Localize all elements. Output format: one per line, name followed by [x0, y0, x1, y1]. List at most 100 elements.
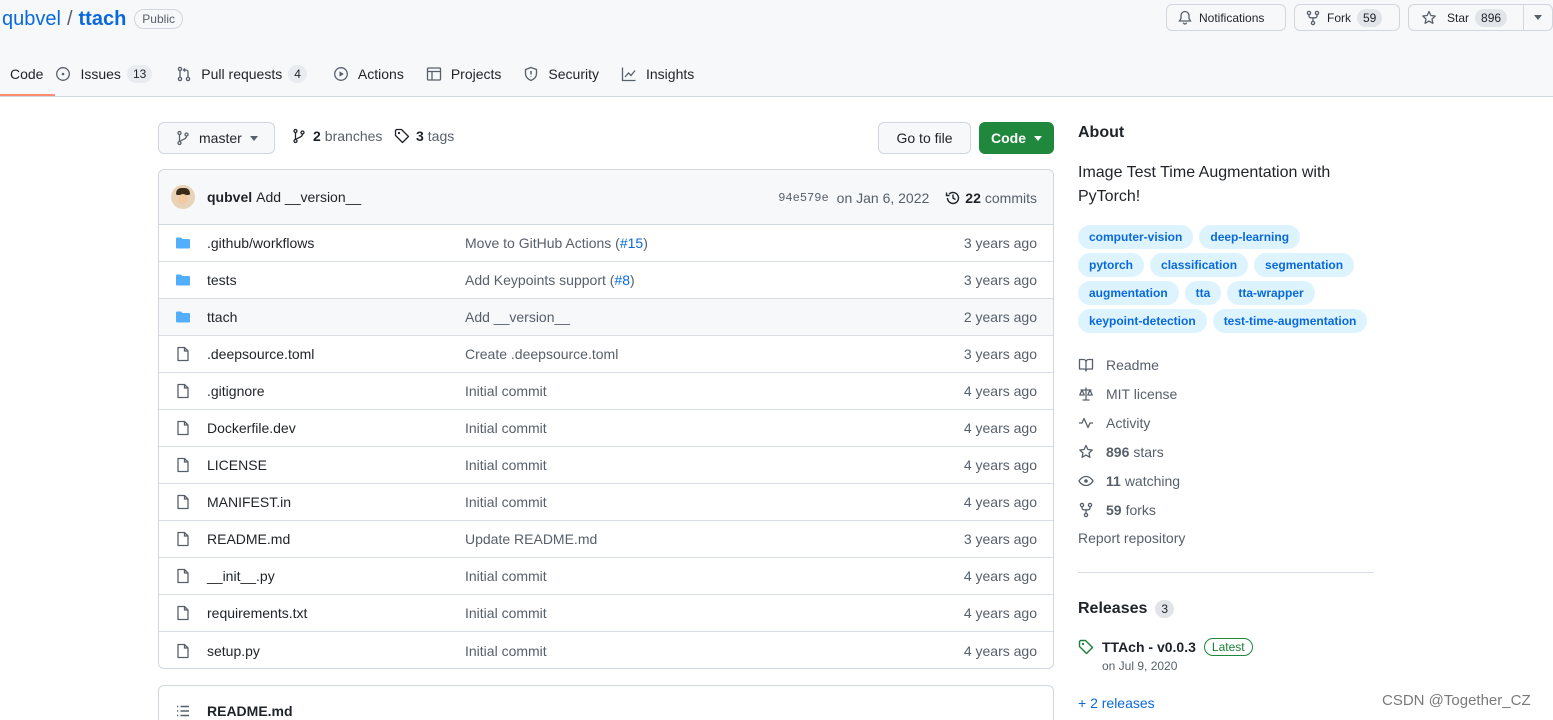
topic-tag[interactable]: pytorch — [1078, 253, 1145, 277]
graph-icon — [621, 67, 636, 82]
topic-tag[interactable]: classification — [1150, 253, 1249, 277]
file-commit-message[interactable]: Initial commit — [465, 643, 547, 659]
file-commit-text: Initial commit — [465, 420, 547, 436]
file-name-link[interactable]: .gitignore — [207, 383, 265, 399]
topics-list: computer-vision deep-learning pytorch class… — [1078, 225, 1378, 337]
tab-pull-requests[interactable]: Pull requests 4 — [164, 56, 319, 92]
file-row[interactable]: README.md Update README.md 3 years ago — [159, 521, 1053, 558]
topic-tag[interactable]: deep-learning — [1199, 225, 1301, 249]
file-row[interactable]: setup.py Initial commit 4 years ago — [159, 632, 1053, 668]
file-name-link[interactable]: README.md — [207, 531, 290, 547]
file-name-link[interactable]: ttach — [207, 309, 237, 325]
file-age: 3 years ago — [963, 346, 1037, 362]
fork-button[interactable]: Fork 59 — [1294, 4, 1400, 31]
file-name-link[interactable]: __init__.py — [207, 568, 275, 584]
readme-panel: README.md — [158, 685, 1054, 720]
file-age: 4 years ago — [963, 383, 1037, 399]
commit-message-link[interactable]: Add __version__ — [256, 189, 361, 205]
list-icon[interactable] — [175, 703, 191, 719]
file-name-link[interactable]: MANIFEST.in — [207, 494, 291, 510]
commit-meta: 94e579e on Jan 6, 2022 22 commits — [778, 170, 1037, 225]
topic-tag[interactable]: segmentation — [1254, 253, 1355, 277]
file-icon — [177, 643, 189, 658]
file-name-link[interactable]: requirements.txt — [207, 605, 307, 621]
file-name-link[interactable]: .deepsource.toml — [207, 346, 314, 362]
tab-actions[interactable]: Actions — [319, 56, 416, 92]
file-row[interactable]: requirements.txt Initial commit 4 years ag… — [159, 595, 1053, 632]
repo-name-link[interactable]: ttach — [79, 8, 127, 31]
more-releases-link[interactable]: + 2 releases — [1078, 695, 1155, 711]
forks-link[interactable]: 59 forks — [1078, 495, 1180, 524]
file-name-link[interactable]: tests — [207, 272, 237, 288]
file-row[interactable]: MANIFEST.in Initial commit 4 years ago — [159, 484, 1053, 521]
fork-label: Fork — [1327, 10, 1351, 25]
topic-tag[interactable]: test-time-augmentation — [1212, 309, 1368, 333]
go-to-file-button[interactable]: Go to file — [878, 122, 971, 154]
commit-author-link[interactable]: qubvel — [207, 189, 252, 205]
file-name-link[interactable]: Dockerfile.dev — [207, 420, 296, 436]
history-icon — [946, 191, 960, 204]
topic-tag[interactable]: computer-vision — [1078, 225, 1194, 249]
file-commit-message[interactable]: Add __version__ — [465, 309, 570, 325]
star-button[interactable]: Star 896 — [1409, 5, 1524, 30]
latest-release[interactable]: TTAch - v0.0.3 Latest on Jul 9, 2020 — [1078, 638, 1253, 673]
file-commit-message[interactable]: Create .deepsource.toml — [465, 346, 618, 362]
star-list-dropdown[interactable] — [1524, 5, 1552, 30]
file-row[interactable]: .deepsource.toml Create .deepsource.toml 3… — [159, 336, 1053, 373]
file-commit-message[interactable]: Initial commit — [465, 457, 547, 473]
file-commit-message[interactable]: Update README.md — [465, 531, 597, 547]
file-commit-message[interactable]: Initial commit — [465, 383, 547, 399]
file-name-link[interactable]: .github/workflows — [207, 235, 314, 251]
file-name-link[interactable]: LICENSE — [207, 457, 267, 473]
file-row[interactable]: .gitignore Initial commit 4 years ago — [159, 373, 1053, 410]
file-commit-text-end: ) — [643, 235, 648, 251]
stars-link[interactable]: 896 stars — [1078, 437, 1180, 466]
license-link[interactable]: MIT license — [1078, 379, 1180, 408]
triangle-down-icon — [1034, 135, 1042, 141]
file-commit-text: Move to GitHub Actions ( — [465, 235, 620, 251]
repo-owner-link[interactable]: qubvel — [2, 8, 61, 31]
file-row[interactable]: LICENSE Initial commit 4 years ago — [159, 447, 1053, 484]
file-row[interactable]: .github/workflows Move to GitHub Actions … — [159, 225, 1053, 262]
pull-request-link[interactable]: #8 — [614, 272, 630, 288]
code-dropdown-button[interactable]: Code — [979, 122, 1054, 154]
activity-link[interactable]: Activity — [1078, 408, 1180, 437]
about-heading: About — [1078, 124, 1125, 141]
file-row[interactable]: __init__.py Initial commit 4 years ago — [159, 558, 1053, 595]
file-row[interactable]: tests Add Keypoints support (#8) 3 years a… — [159, 262, 1053, 299]
license-link-label: MIT license — [1106, 385, 1178, 402]
git-branch-icon — [293, 128, 305, 144]
file-commit-message[interactable]: Initial commit — [465, 605, 547, 621]
watchers-link[interactable]: 11 watching — [1078, 466, 1180, 495]
shield-icon — [525, 66, 538, 82]
topic-tag[interactable]: tta — [1184, 281, 1222, 305]
tab-insights[interactable]: Insights — [611, 56, 706, 92]
file-commit-message[interactable]: Initial commit — [465, 568, 547, 584]
topic-tag[interactable]: augmentation — [1078, 281, 1179, 305]
file-row[interactable]: Dockerfile.dev Initial commit 4 years ago — [159, 410, 1053, 447]
file-commit-text: Initial commit — [465, 642, 547, 659]
topic-tag[interactable]: keypoint-detection — [1078, 309, 1207, 333]
file-commit-message[interactable]: Add Keypoints support (#8) — [465, 272, 635, 288]
commits-history-link[interactable]: 22 commits — [945, 190, 1037, 206]
file-row[interactable]: ttach Add __version__ 2 years ago — [159, 299, 1053, 336]
commit-sha-link[interactable]: 94e579e — [778, 191, 828, 205]
file-commit-message[interactable]: Initial commit — [465, 494, 547, 510]
readme-title: README.md — [207, 703, 293, 719]
notifications-button[interactable]: Notifications — [1166, 4, 1286, 31]
tags-link[interactable]: 3 tags — [394, 128, 454, 144]
branch-select-button[interactable]: master — [158, 122, 275, 154]
tab-security[interactable]: Security — [513, 56, 611, 92]
pull-request-link[interactable]: #15 — [620, 235, 643, 251]
file-commit-message[interactable]: Move to GitHub Actions (#15) — [465, 235, 648, 251]
file-commit-message[interactable]: Initial commit — [465, 420, 547, 436]
tab-issues[interactable]: Issues 13 — [0, 56, 164, 92]
file-name-link[interactable]: setup.py — [207, 643, 260, 659]
branches-link[interactable]: 2 branches — [291, 128, 382, 144]
tab-projects[interactable]: Projects — [416, 56, 514, 92]
avatar[interactable] — [171, 185, 195, 209]
readme-link[interactable]: Readme — [1078, 350, 1180, 379]
topic-tag[interactable]: tta-wrapper — [1227, 281, 1315, 305]
releases-heading[interactable]: Releases 3 — [1078, 600, 1175, 618]
report-repository-link[interactable]: Report repository — [1078, 530, 1185, 546]
